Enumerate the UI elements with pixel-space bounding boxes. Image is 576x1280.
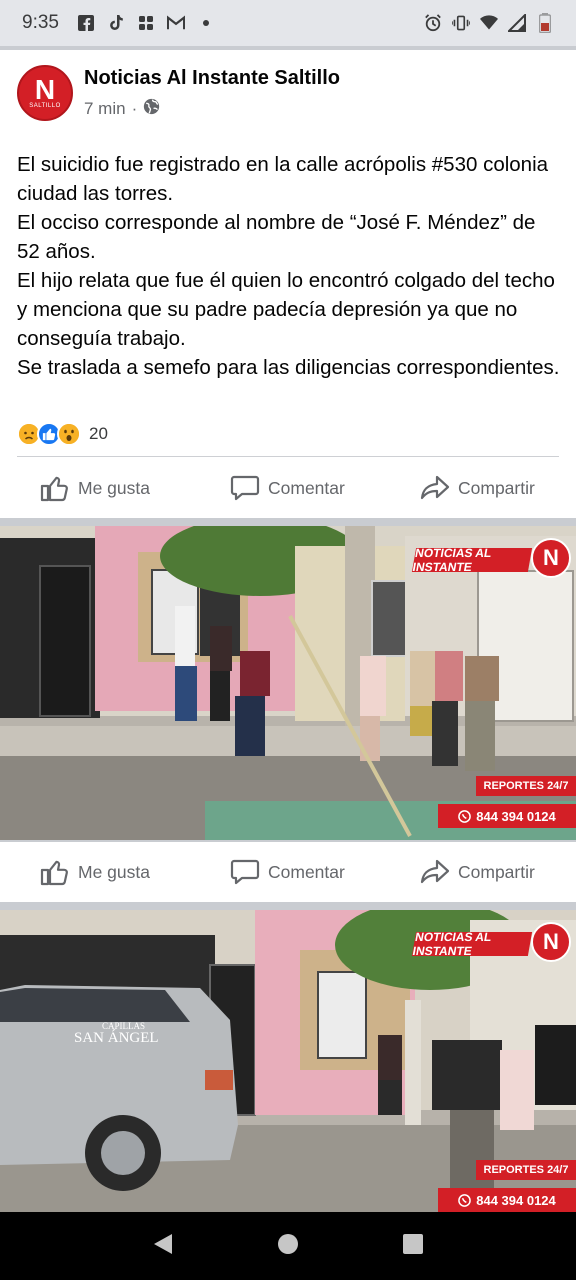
phone-banner: 844 394 0124 (438, 804, 576, 828)
phone-text: 844 394 0124 (476, 1192, 556, 1208)
page-avatar[interactable]: N SALTILLO (17, 65, 73, 121)
comment-label: Comentar (268, 477, 345, 498)
post-photo[interactable]: CAPILLAS SAN ÁNGEL NOTICIAS AL INSTANTE … (0, 910, 576, 1212)
battery-icon (536, 13, 554, 33)
post-photo[interactable]: NOTICIAS AL INSTANTE N REPORTES 24/7 844… (0, 526, 576, 840)
comment-button[interactable]: Comentar (230, 858, 345, 886)
gmail-icon (166, 14, 185, 32)
status-bar: 9:35 (0, 0, 576, 46)
like-button[interactable]: Me gusta (40, 858, 150, 886)
divider (17, 456, 559, 457)
reports-banner: REPORTES 24/7 (476, 776, 576, 796)
post-card: N SALTILLO Noticias Al Instante Saltillo… (0, 50, 576, 518)
recents-icon[interactable] (402, 1233, 424, 1260)
thumbs-up-icon (40, 476, 68, 502)
avatar-letter: N (34, 74, 56, 105)
watermark-text: NOTICIAS AL INSTANTE (411, 930, 493, 958)
photo-action-bar: Me gusta Comentar Compartir (0, 842, 576, 902)
system-nav-bar (0, 1212, 576, 1280)
watermark-logo: N (531, 922, 571, 962)
meta-separator: · (131, 99, 138, 118)
comment-label: Comentar (268, 861, 345, 882)
van-label: CAPILLAS SAN ÁNGEL (74, 1020, 159, 1046)
share-icon (420, 859, 450, 884)
whatsapp-icon (458, 809, 472, 823)
share-button[interactable]: Compartir (420, 858, 535, 886)
reports-text: REPORTES 24/7 (483, 780, 569, 792)
tiktok-icon (107, 14, 125, 32)
whatsapp-icon (458, 1193, 472, 1207)
thumbs-up-icon (40, 860, 68, 886)
share-icon (420, 475, 450, 500)
back-icon[interactable] (152, 1232, 174, 1261)
watermark-logo: N (531, 538, 571, 578)
watermark-banner: NOTICIAS AL INSTANTE (411, 546, 533, 574)
share-button[interactable]: Compartir (420, 474, 535, 502)
status-time: 9:35 (22, 12, 59, 33)
reports-text: REPORTES 24/7 (483, 1164, 569, 1176)
watermark-logo-letter: N (543, 929, 559, 954)
dot-icon (197, 14, 215, 32)
phone-banner: 844 394 0124 (438, 1188, 576, 1212)
post-line: El hijo relata que fue él quien lo encon… (17, 269, 555, 350)
like-label: Me gusta (78, 861, 150, 882)
share-label: Compartir (458, 477, 535, 498)
home-icon[interactable] (277, 1233, 299, 1260)
comment-button[interactable]: Comentar (230, 474, 345, 502)
post-action-bar: Me gusta Comentar Compartir (0, 460, 576, 516)
grid-icon (137, 14, 155, 32)
share-label: Compartir (458, 861, 535, 882)
post-line: El occiso corresponde al nombre de “José… (17, 211, 536, 263)
watermark-logo-letter: N (543, 545, 559, 570)
reaction-count: 20 (89, 424, 108, 443)
wifi-icon (480, 14, 498, 32)
phone-text: 844 394 0124 (476, 808, 556, 824)
post-meta: 7 min · (84, 98, 160, 120)
post-line: Se traslada a semefo para las diligencia… (17, 356, 560, 379)
post-line: El suicidio fue registrado en la calle a… (17, 153, 549, 205)
reaction-summary[interactable]: 20 (17, 422, 108, 446)
alarm-icon (424, 14, 442, 32)
wow-reaction-icon (57, 422, 81, 446)
globe-icon (143, 98, 160, 120)
post-body: El suicidio fue registrado en la calle a… (17, 150, 562, 382)
comment-icon (230, 859, 260, 885)
avatar-subtext: SALTILLO (29, 103, 61, 109)
comment-icon (230, 475, 260, 501)
like-button[interactable]: Me gusta (40, 474, 150, 502)
watermark-banner: NOTICIAS AL INSTANTE (411, 930, 533, 958)
van-text-large: SAN ÁNGEL (74, 1030, 159, 1046)
facebook-icon (77, 14, 95, 32)
watermark-text: NOTICIAS AL INSTANTE (411, 546, 493, 574)
reports-banner: REPORTES 24/7 (476, 1160, 576, 1180)
post-time[interactable]: 7 min (84, 99, 126, 119)
page-name[interactable]: Noticias Al Instante Saltillo (84, 67, 340, 90)
vibrate-icon (452, 14, 470, 32)
like-label: Me gusta (78, 477, 150, 498)
signal-icon (508, 14, 526, 32)
